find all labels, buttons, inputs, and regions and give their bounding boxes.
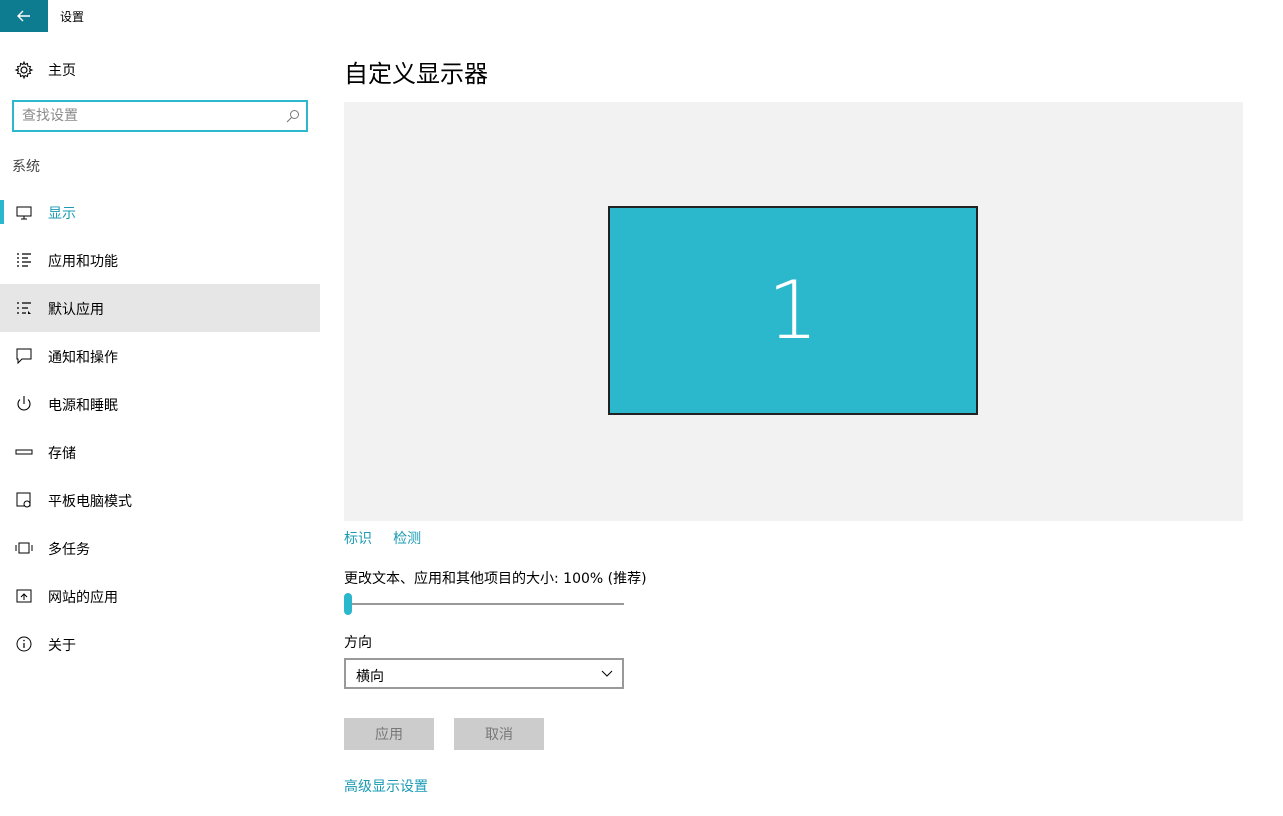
tablet-mode-icon <box>16 492 31 508</box>
sidebar-item-label: 存储 <box>48 446 76 462</box>
sidebar-item-label: 默认应用 <box>48 302 104 318</box>
home-nav-item[interactable]: 主页 <box>0 52 320 88</box>
monitor-icon <box>16 206 32 220</box>
nav-list: 显示 应用和功能 默认应用 通知和操作 电源和睡眠 存储 平板电脑模式 多任务 … <box>0 188 320 668</box>
multitask-icon <box>15 542 33 554</box>
back-button[interactable] <box>0 0 48 32</box>
display-links: 标识 检测 <box>344 528 437 548</box>
back-arrow-icon <box>17 10 30 22</box>
sidebar-item-web-apps[interactable]: 网站的应用 <box>0 572 320 620</box>
sidebar-item-label: 显示 <box>48 206 76 222</box>
section-label: 系统 <box>12 159 40 175</box>
sidebar-item-default-apps[interactable]: 默认应用 <box>0 284 320 332</box>
web-apps-icon <box>16 589 32 603</box>
search-icon[interactable] <box>286 109 300 123</box>
sidebar: 主页 系统 显示 应用和功能 默认 <box>0 32 320 816</box>
sidebar-item-power-sleep[interactable]: 电源和睡眠 <box>0 380 320 428</box>
search-box[interactable] <box>12 100 308 132</box>
power-icon <box>17 396 31 411</box>
sidebar-item-display[interactable]: 显示 <box>0 188 320 236</box>
sidebar-item-label: 应用和功能 <box>48 254 118 270</box>
sidebar-item-apps-features[interactable]: 应用和功能 <box>0 236 320 284</box>
scale-label: 更改文本、应用和其他项目的大小: 100% (推荐) <box>344 571 647 587</box>
orientation-label: 方向 <box>344 635 372 651</box>
sidebar-item-storage[interactable]: 存储 <box>0 428 320 476</box>
monitor-1-tile[interactable]: 1 <box>608 206 978 415</box>
apps-list-icon <box>17 253 31 267</box>
sidebar-item-label: 关于 <box>48 638 76 654</box>
storage-icon <box>15 449 33 455</box>
notification-icon <box>16 348 32 365</box>
orientation-value: 横向 <box>356 669 384 685</box>
gear-icon <box>14 60 34 80</box>
page-title: 自定义显示器 <box>344 60 488 88</box>
sidebar-item-about[interactable]: 关于 <box>0 620 320 668</box>
sidebar-item-notifications[interactable]: 通知和操作 <box>0 332 320 380</box>
default-apps-icon <box>17 302 31 314</box>
sidebar-item-label: 通知和操作 <box>48 350 118 366</box>
active-indicator <box>0 200 4 224</box>
cancel-button[interactable]: 取消 <box>454 718 544 750</box>
chevron-down-icon <box>601 670 613 677</box>
home-label: 主页 <box>48 63 76 79</box>
sidebar-item-label: 网站的应用 <box>48 590 118 606</box>
monitor-number: 1 <box>767 263 819 357</box>
sidebar-item-label: 平板电脑模式 <box>48 494 132 510</box>
sidebar-item-multitasking[interactable]: 多任务 <box>0 524 320 572</box>
orientation-dropdown[interactable]: 横向 <box>344 658 624 689</box>
detect-link[interactable]: 检测 <box>393 528 421 548</box>
info-icon <box>16 636 32 652</box>
apply-button[interactable]: 应用 <box>344 718 434 750</box>
sidebar-item-tablet-mode[interactable]: 平板电脑模式 <box>0 476 320 524</box>
scale-slider[interactable] <box>344 592 624 616</box>
sidebar-item-label: 多任务 <box>48 542 90 558</box>
main-content: 自定义显示器 1 标识 检测 更改文本、应用和其他项目的大小: 100% (推荐… <box>320 32 1283 816</box>
title-bar: 设置 <box>0 0 1283 32</box>
advanced-display-settings-link[interactable]: 高级显示设置 <box>344 776 428 796</box>
slider-track <box>344 603 624 605</box>
search-input[interactable] <box>22 106 272 126</box>
identify-link[interactable]: 标识 <box>344 528 372 548</box>
slider-thumb[interactable] <box>344 593 352 615</box>
window-title: 设置 <box>60 10 85 24</box>
display-arrangement-area: 1 <box>344 102 1243 521</box>
sidebar-item-label: 电源和睡眠 <box>48 398 118 414</box>
